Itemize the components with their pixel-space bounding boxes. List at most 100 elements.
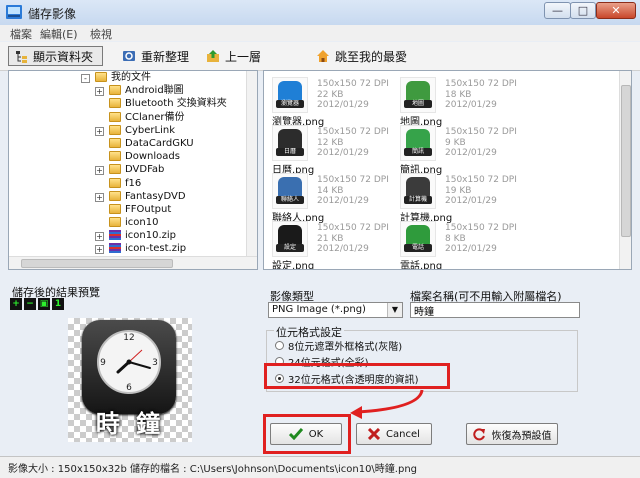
- zoom-in-icon[interactable]: +: [10, 298, 22, 310]
- file-meta: 150x150 72 DPI 19 KB 2012/01/29: [445, 175, 517, 207]
- tree-item[interactable]: Downloads: [9, 150, 249, 163]
- tree-item-label: Android聯圖: [125, 85, 184, 97]
- collapse-icon[interactable]: -: [81, 74, 90, 83]
- file-meta: 150x150 72 DPI 22 KB 2012/01/29: [317, 79, 389, 111]
- tree-item-label: Downloads: [125, 151, 180, 163]
- file-tile[interactable]: 日曆 150x150 72 DPI 12 KB 2012/01/29 日曆.png: [270, 125, 400, 176]
- file-dims: 150x150 72 DPI: [445, 127, 517, 137]
- tree-item-label: icon-test.zip: [125, 243, 187, 255]
- tree-item-label: DVDFab: [125, 164, 165, 176]
- thumb-caption: 聯絡人: [276, 196, 304, 204]
- favorites-button[interactable]: 跳至我的最愛: [310, 46, 413, 66]
- actual-size-icon[interactable]: 1: [52, 298, 64, 310]
- up-level-label: 上一層: [225, 49, 262, 64]
- file-tile[interactable]: 簡訊 150x150 72 DPI 9 KB 2012/01/29 簡訊.png: [398, 125, 528, 176]
- file-tile[interactable]: 瀏覽器 150x150 72 DPI 22 KB 2012/01/29 瀏覽器.png: [270, 77, 400, 128]
- file-date: 2012/01/29: [445, 196, 497, 206]
- tree-item[interactable]: + icon-test.zip: [9, 242, 249, 255]
- cancel-button[interactable]: Cancel: [356, 423, 432, 445]
- radio-button[interactable]: [275, 341, 284, 350]
- file-dims: 150x150 72 DPI: [317, 127, 389, 137]
- menu-view[interactable]: 檢視: [90, 26, 112, 42]
- maximize-button[interactable]: □: [570, 2, 596, 19]
- file-meta: 150x150 72 DPI 18 KB 2012/01/29: [445, 79, 517, 111]
- tree-item[interactable]: + Android聯圖: [9, 84, 249, 97]
- fit-icon[interactable]: ▣: [38, 298, 50, 310]
- status-bar: 影像大小 : 150x150x32b 儲存的檔名 : C:\Users\John…: [0, 456, 640, 478]
- chevron-down-icon[interactable]: ▼: [387, 303, 402, 317]
- reset-defaults-button[interactable]: 恢復為預設值: [466, 423, 558, 445]
- file-tile[interactable]: 地圖 150x150 72 DPI 18 KB 2012/01/29 地圖.png: [398, 77, 528, 128]
- file-tile[interactable]: 設定 150x150 72 DPI 21 KB 2012/01/29 設定.png: [270, 221, 400, 269]
- up-level-button[interactable]: 上一層: [200, 46, 267, 66]
- expand-icon[interactable]: +: [95, 192, 104, 202]
- close-button[interactable]: ✕: [596, 2, 636, 19]
- file-tile[interactable]: 聯絡人 150x150 72 DPI 14 KB 2012/01/29 聯絡人.png: [270, 173, 400, 224]
- tree-horizontal-scrollbar[interactable]: [9, 256, 257, 269]
- undo-icon: [472, 427, 485, 440]
- file-date: 2012/01/29: [445, 148, 497, 158]
- tree-item-label: FantasyDVD: [125, 190, 186, 202]
- tree-item[interactable]: icon10: [9, 216, 249, 229]
- tree-item[interactable]: DataCardGKU: [9, 137, 249, 150]
- tree-item[interactable]: + FantasyDVD: [9, 190, 249, 203]
- radio-8bit[interactable]: 8位元遮罩外框格式(灰階): [275, 338, 402, 353]
- folder-tree[interactable]: - 我的文件 + Android聯圖 Bluetooth 交換資料夾 CClaner備份 +…: [8, 70, 258, 270]
- image-type-value: PNG Image (*.png): [272, 304, 366, 315]
- thumb-caption: 計算機: [404, 196, 432, 204]
- folder-tree-icon: [16, 50, 27, 63]
- file-grid[interactable]: 瀏覽器 150x150 72 DPI 22 KB 2012/01/29 瀏覽器.png 地…: [263, 70, 632, 270]
- tree-item-label: icon10: [125, 217, 159, 229]
- file-vertical-scrollbar[interactable]: [619, 71, 631, 269]
- menu-file[interactable]: 檔案: [10, 26, 32, 42]
- svg-text:6: 6: [126, 383, 132, 393]
- expand-icon[interactable]: +: [95, 87, 104, 97]
- tree-item[interactable]: CClaner備份: [9, 111, 249, 124]
- file-date: 2012/01/29: [445, 100, 497, 110]
- tree-item-label: f16: [125, 177, 142, 189]
- file-scroll-thumb[interactable]: [621, 85, 631, 237]
- folder-icon: [109, 177, 121, 188]
- thumb-caption: 設定: [276, 244, 304, 252]
- minimize-button[interactable]: —: [544, 2, 571, 19]
- file-tile[interactable]: 計算機 150x150 72 DPI 19 KB 2012/01/29 計算機.png: [398, 173, 528, 224]
- menu-edit[interactable]: 編輯(E): [40, 26, 78, 42]
- tree-item[interactable]: f16: [9, 177, 249, 190]
- svg-text:3: 3: [152, 358, 158, 368]
- folder-icon: [109, 217, 121, 228]
- folder-icon: [109, 164, 121, 175]
- file-date: 2012/01/29: [317, 244, 369, 254]
- expand-icon[interactable]: +: [95, 166, 104, 176]
- image-type-select[interactable]: PNG Image (*.png) ▼: [268, 302, 403, 318]
- thumb-caption: 日曆: [276, 148, 304, 156]
- tree-item[interactable]: + icon10.zip: [9, 229, 249, 242]
- tree-item-label: icon10.zip: [125, 230, 177, 242]
- show-folders-button[interactable]: 顯示資料夾: [8, 46, 103, 66]
- tree-item[interactable]: + DVDFab: [9, 163, 249, 176]
- zoom-out-icon[interactable]: −: [24, 298, 36, 310]
- refresh-button[interactable]: 重新整理: [116, 46, 195, 66]
- tree-scroll-thumb[interactable]: [21, 259, 173, 268]
- folder-icon: [109, 124, 121, 135]
- tree-item-label: DataCardGKU: [125, 137, 194, 149]
- expand-icon[interactable]: +: [95, 232, 104, 242]
- tree-item-label: CyberLink: [125, 124, 175, 136]
- tree-item[interactable]: + CyberLink: [9, 124, 249, 137]
- file-size: 14 KB: [317, 185, 344, 196]
- thumb-caption: 電話: [404, 244, 432, 252]
- expand-icon[interactable]: +: [95, 126, 104, 136]
- tree-item[interactable]: Bluetooth 交換資料夾: [9, 97, 249, 110]
- file-tile[interactable]: 電話 150x150 72 DPI 8 KB 2012/01/29 電話.png: [398, 221, 528, 269]
- clock-icon: 12 3 6 9: [82, 320, 176, 414]
- thumb-caption: 地圖: [404, 100, 432, 108]
- title-bar: 儲存影像 — □ ✕: [0, 0, 640, 26]
- map-icon: 地圖: [400, 77, 436, 113]
- tree-item-label: CClaner備份: [125, 111, 185, 123]
- folder-icon: [109, 203, 121, 214]
- filename-input[interactable]: [410, 302, 580, 318]
- tree-item[interactable]: FFOutput: [9, 203, 249, 216]
- highlight-ok: [263, 414, 351, 454]
- tree-vertical-scrollbar[interactable]: [246, 71, 257, 257]
- expand-icon[interactable]: +: [95, 245, 104, 255]
- tree-item[interactable]: - 我的文件: [9, 71, 249, 84]
